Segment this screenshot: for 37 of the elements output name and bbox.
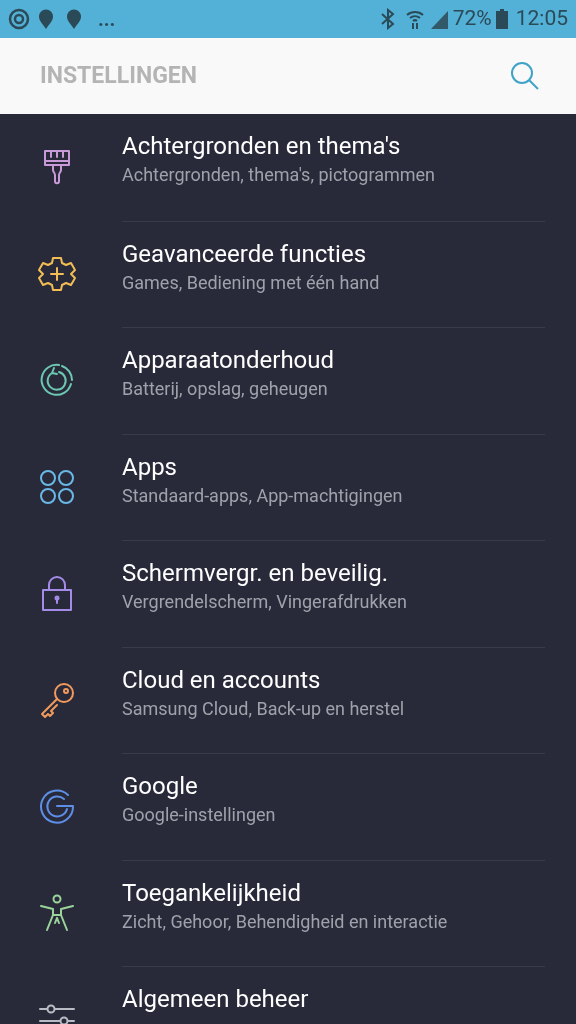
battery-icon [495, 9, 508, 29]
settings-item[interactable]: Apps Standaard-apps, App-machtigingen [0, 433, 576, 540]
settings-item[interactable]: Schermvergr. en beveilig. Vergrendelscherm, Vingerafdrukken [0, 540, 576, 647]
settings-item[interactable]: Cloud en accounts Samsung Cloud, Back-up en herstel [0, 646, 576, 753]
item-subtitle: Vergrendelscherm, Vingerafdrukken [122, 591, 408, 614]
item-subtitle: Google-instellingen [122, 804, 277, 827]
item-title: Apparaatonderhoud [122, 345, 336, 375]
notification-overflow: ... [98, 9, 116, 29]
page-title: INSTELLINGEN [40, 60, 198, 91]
item-title: Achtergronden en thema's [122, 131, 402, 161]
settings-item[interactable]: Algemeen beheer [0, 966, 576, 1024]
settings-item[interactable]: Toegankelijkheid Zicht, Gehoor, Behendigheid en interactie [0, 859, 576, 966]
location-pin-icon [66, 9, 82, 29]
item-title: Geavanceerde functies [122, 238, 368, 269]
sync-icon [8, 8, 30, 30]
item-title: Schermvergr. en beveilig. [122, 558, 389, 588]
item-title: Toegankelijkheid [122, 877, 302, 908]
item-title: Algemeen beheer [122, 984, 310, 1014]
settings-item[interactable]: Geavanceerde functies Games, Bediening met één hand [0, 220, 576, 327]
item-subtitle: Zicht, Gehoor, Behendigheid en interactie [122, 910, 449, 933]
item-title: Google [122, 771, 199, 801]
settings-item[interactable]: Apparaatonderhoud Batterij, opslag, geheugen [0, 327, 576, 434]
item-subtitle: Games, Bediening met één hand [122, 271, 381, 294]
item-subtitle: Samsung Cloud, Back-up en herstel [122, 697, 406, 720]
settings-item[interactable]: Google Google-instellingen [0, 753, 576, 860]
item-subtitle: Standaard-apps, App-machtigingen [122, 484, 404, 507]
item-title: Cloud en accounts [122, 664, 322, 695]
wifi-icon [404, 8, 425, 30]
location-pin-icon [38, 9, 54, 29]
item-subtitle: Batterij, opslag, geheugen [122, 378, 329, 401]
battery-percentage: 72% [452, 5, 492, 33]
item-subtitle: Achtergronden, thema's, pictogrammen [122, 164, 436, 187]
settings-item[interactable]: Achtergronden en thema's Achtergronden, thema's, pictogrammen [0, 114, 576, 221]
item-title: Apps [122, 451, 178, 482]
clock-time: 12:05 [515, 5, 568, 33]
search-icon[interactable] [510, 61, 540, 91]
signal-icon [428, 9, 449, 29]
